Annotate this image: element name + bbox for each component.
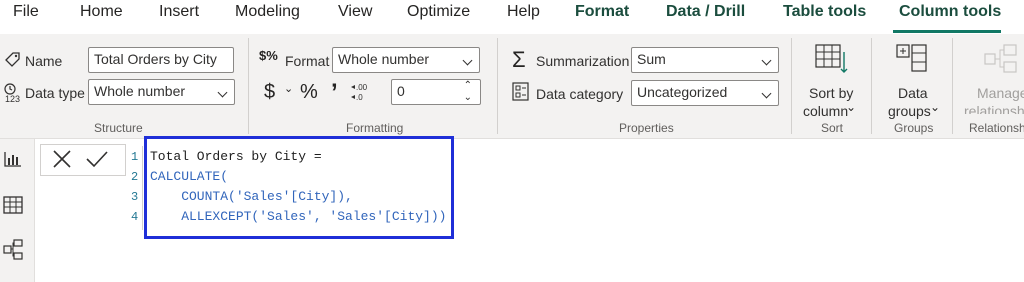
sort-group-label: Sort [821, 121, 844, 135]
properties-group-label: Properties [619, 121, 674, 135]
cancel-x-icon[interactable] [51, 148, 73, 175]
tag-icon [4, 51, 22, 74]
data-category-dropdown[interactable]: Uncategorized [631, 80, 779, 106]
data-category-label: Data category [536, 86, 624, 102]
active-tab-indicator [893, 30, 1001, 33]
table-view-icon[interactable] [3, 195, 23, 220]
decimal-places-value: 0 [397, 83, 405, 99]
relationships-group-label-wrap: Relationships [956, 114, 1024, 138]
comma-button[interactable]: ’ [331, 79, 338, 107]
report-view-icon[interactable] [3, 149, 23, 174]
data-groups-icon [896, 44, 928, 79]
highlight-box [144, 136, 454, 239]
data-type-label: Data type [25, 85, 85, 101]
menu-format[interactable]: Format [575, 3, 629, 21]
menu-help[interactable]: Help [507, 3, 540, 21]
manage-relationships-icon [984, 44, 1018, 79]
view-switcher [0, 139, 35, 282]
name-label: Name [25, 53, 63, 69]
format-dollar-percent-icon: $% [259, 48, 278, 63]
menu-home[interactable]: Home [80, 3, 123, 21]
summarization-label: Summarization [536, 53, 630, 69]
decimal-places-stepper[interactable]: 0 ⌃ ⌄ [391, 79, 481, 105]
menu-view[interactable]: View [338, 3, 372, 21]
summarization-dropdown[interactable]: Sum [631, 47, 779, 73]
group-separator [871, 38, 872, 134]
svg-text:.00: .00 [356, 83, 368, 92]
menu-insert[interactable]: Insert [159, 3, 199, 21]
stepper-arrows-icon[interactable]: ⌃ ⌄ [464, 80, 472, 104]
group-separator [952, 38, 953, 134]
format-dropdown[interactable]: Whole number [332, 47, 480, 73]
menu-column-tools[interactable]: Column tools [899, 3, 1001, 21]
sigma-icon: Σ [512, 47, 526, 72]
sort-by-column-icon [815, 44, 849, 79]
data-type-dropdown[interactable]: Whole number [88, 79, 235, 105]
name-field[interactable]: Total Orders by City [88, 47, 234, 73]
manage-relationships-label-1: Manage [977, 85, 1024, 101]
menu-table-tools[interactable]: Table tools [783, 3, 866, 21]
line-number: 3 [131, 190, 139, 204]
manage-relationships-label-2: relationships [964, 103, 1024, 114]
data-type-123-icon: 123 [2, 82, 24, 109]
commit-check-icon[interactable] [85, 148, 109, 175]
groups-group-label: Groups [894, 121, 934, 135]
line-number: 4 [131, 210, 139, 224]
currency-button[interactable]: $ [264, 81, 275, 104]
menu-optimize[interactable]: Optimize [407, 3, 470, 21]
group-separator [248, 38, 249, 134]
sort-by-label-2: column [803, 103, 849, 119]
data-groups-button[interactable]: Data groups ⌄ [876, 38, 948, 119]
model-view-icon[interactable] [3, 239, 23, 266]
svg-text:.0: .0 [356, 93, 363, 102]
relationships-group-label: Relationships [969, 121, 1024, 135]
format-label: Format [285, 53, 330, 69]
data-category-icon [512, 82, 530, 107]
structure-group-label: Structure [94, 121, 143, 135]
menu-file[interactable]: File [13, 3, 39, 21]
formula-actions [40, 144, 126, 176]
menu-bar: File Home Insert Modeling View Optimize … [0, 0, 1024, 26]
sort-by-column-button[interactable]: Sort by column ⌄ [795, 38, 867, 119]
data-groups-label-2: groups [888, 103, 931, 119]
percent-button[interactable]: % [300, 81, 318, 104]
line-number: 2 [131, 170, 139, 184]
data-groups-label-1: Data [898, 85, 928, 101]
manage-relationships-button[interactable]: Manage relationships [956, 38, 1024, 114]
formatting-group-label: Formatting [346, 121, 404, 135]
svg-text:123: 123 [5, 94, 20, 104]
group-separator [497, 38, 498, 134]
chevron-down-icon: ⌄ [930, 100, 941, 114]
group-separator [791, 38, 792, 134]
chevron-down-icon[interactable]: ⌄ [284, 82, 293, 95]
decimal-places-icon[interactable]: .00.0 [350, 82, 372, 107]
line-number: 1 [131, 150, 139, 164]
chevron-down-icon: ⌄ [846, 100, 857, 114]
menu-modeling[interactable]: Modeling [235, 3, 300, 21]
menu-data-drill[interactable]: Data / Drill [666, 3, 745, 21]
ribbon: Name Total Orders by City 123 Data type … [0, 34, 1024, 139]
